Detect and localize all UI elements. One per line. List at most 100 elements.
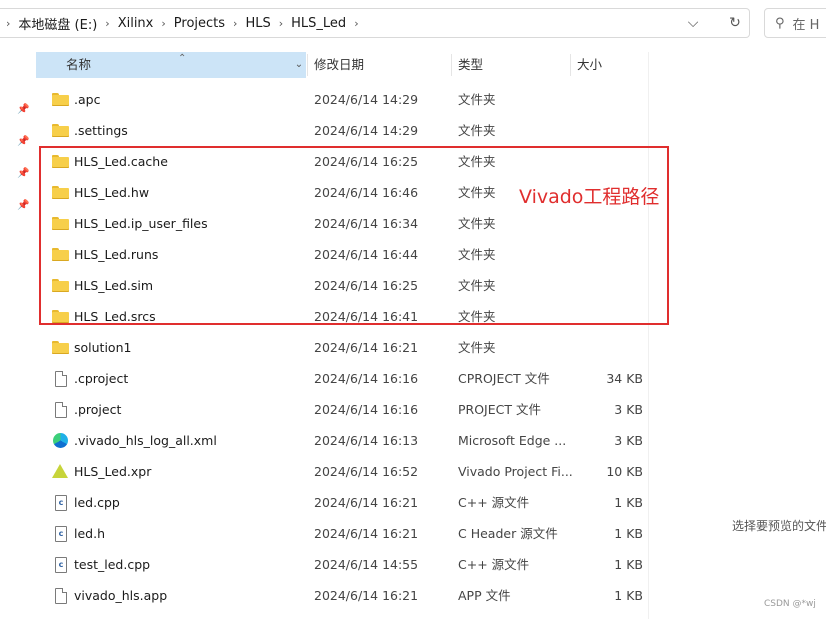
breadcrumb[interactable]: › 本地磁盘 (E:) › Xilinx › Projects › HLS › … xyxy=(0,8,750,38)
chevron-right-icon: › xyxy=(354,16,359,30)
column-header-row: 名称 ⌃ ⌄ 修改日期 类型 大小 xyxy=(36,52,648,78)
edge-icon xyxy=(52,433,70,449)
file-type: Vivado Project Fi... xyxy=(458,464,573,479)
file-row[interactable]: c led.h 2024/6/14 16:21 C Header 源文件 1 KB xyxy=(36,518,648,549)
file-name: led.cpp xyxy=(74,495,120,510)
c-header-icon: c xyxy=(52,526,70,542)
file-size: 1 KB xyxy=(614,526,643,541)
folder-icon xyxy=(52,123,70,139)
file-date-modified: 2024/6/14 16:16 xyxy=(314,371,419,386)
navigation-pane: 📌 📌 📌 📌 xyxy=(0,46,36,619)
cpp-file-icon: c xyxy=(52,495,70,511)
vivado-icon xyxy=(52,464,70,480)
file-row[interactable]: .settings 2024/6/14 14:29 文件夹 xyxy=(36,115,648,146)
file-name: .project xyxy=(74,402,122,417)
file-row[interactable]: .vivado_hls_log_all.xml 2024/6/14 16:13 Mi… xyxy=(36,425,648,456)
file-date-modified: 2024/6/14 14:29 xyxy=(314,92,419,107)
file-date-modified: 2024/6/14 16:16 xyxy=(314,402,419,417)
column-header-name[interactable]: 名称 ⌃ ⌄ xyxy=(36,52,306,78)
breadcrumb-item-drive[interactable]: 本地磁盘 (E:) xyxy=(18,14,97,33)
file-date-modified: 2024/6/14 16:13 xyxy=(314,433,419,448)
file-type: 文件夹 xyxy=(458,123,496,138)
file-date-modified: 2024/6/14 14:55 xyxy=(314,557,419,572)
file-type: PROJECT 文件 xyxy=(458,402,541,417)
file-icon xyxy=(52,371,70,387)
chevron-right-icon: › xyxy=(233,16,238,30)
file-icon xyxy=(52,588,70,604)
file-size: 1 KB xyxy=(614,557,643,572)
watermark: CSDN @*wj xyxy=(764,599,816,609)
file-type: 文件夹 xyxy=(458,340,496,355)
breadcrumb-item-projects[interactable]: Projects xyxy=(174,16,225,31)
file-icon xyxy=(52,402,70,418)
breadcrumb-item-hls[interactable]: HLS xyxy=(245,16,270,31)
pin-icon[interactable]: 📌 xyxy=(17,136,29,148)
file-name: led.h xyxy=(74,526,105,541)
file-row[interactable]: solution1 2024/6/14 16:21 文件夹 xyxy=(36,332,648,363)
file-date-modified: 2024/6/14 16:21 xyxy=(314,588,419,603)
file-size: 3 KB xyxy=(614,433,643,448)
chevron-right-icon: › xyxy=(6,16,11,30)
annotation-label: Vivado工程路径 xyxy=(519,186,660,208)
column-divider[interactable] xyxy=(451,54,452,76)
folder-icon xyxy=(52,340,70,356)
file-row[interactable]: .apc 2024/6/14 14:29 文件夹 xyxy=(36,84,648,115)
search-icon: ⚲ xyxy=(775,15,785,31)
column-header-type[interactable]: 类型 xyxy=(458,52,483,78)
folder-icon xyxy=(52,92,70,108)
file-name: test_led.cpp xyxy=(74,557,151,572)
file-name: HLS_Led.xpr xyxy=(74,464,152,479)
cpp-file-icon: c xyxy=(52,557,70,573)
refresh-icon[interactable]: ↻ xyxy=(724,12,746,34)
file-size xyxy=(586,84,643,115)
pin-icon[interactable]: 📌 xyxy=(17,200,29,212)
file-name: vivado_hls.app xyxy=(74,588,168,603)
file-row[interactable]: c test_led.cpp 2024/6/14 14:55 C++ 源文件 1 KB xyxy=(36,549,648,580)
pane-divider[interactable] xyxy=(648,52,649,619)
file-row[interactable]: .project 2024/6/14 16:16 PROJECT 文件 3 KB xyxy=(36,394,648,425)
file-name: .cproject xyxy=(74,371,129,386)
file-type: Microsoft Edge ... xyxy=(458,433,567,448)
file-size xyxy=(586,332,643,363)
file-row[interactable]: c led.cpp 2024/6/14 16:21 C++ 源文件 1 KB xyxy=(36,487,648,518)
pin-icon[interactable]: 📌 xyxy=(17,104,29,116)
chevron-right-icon: › xyxy=(278,16,284,30)
file-size: 1 KB xyxy=(614,588,643,603)
file-name: .settings xyxy=(74,123,128,138)
file-type: CPROJECT 文件 xyxy=(458,371,550,386)
column-header-name-label: 名称 xyxy=(66,57,92,72)
file-date-modified: 2024/6/14 14:29 xyxy=(314,123,419,138)
search-placeholder: 在 H xyxy=(792,17,820,33)
file-type: APP 文件 xyxy=(458,588,511,603)
pin-icon[interactable]: 📌 xyxy=(17,168,29,180)
column-divider[interactable] xyxy=(570,54,571,76)
breadcrumb-item-xilinx[interactable]: Xilinx xyxy=(118,16,154,31)
chevron-right-icon: › xyxy=(161,16,166,30)
file-type: C++ 源文件 xyxy=(458,495,530,510)
search-input[interactable]: ⚲ 在 H xyxy=(764,8,826,38)
file-row[interactable]: .cproject 2024/6/14 16:16 CPROJECT 文件 34 KB xyxy=(36,363,648,394)
column-header-size[interactable]: 大小 xyxy=(577,52,602,78)
column-header-date[interactable]: 修改日期 xyxy=(314,52,364,78)
file-type: C++ 源文件 xyxy=(458,557,530,572)
file-name: .apc xyxy=(74,92,101,107)
chevron-right-icon: › xyxy=(105,16,110,30)
column-divider[interactable] xyxy=(307,54,308,76)
file-size: 3 KB xyxy=(614,402,643,417)
file-row[interactable]: vivado_hls.app 2024/6/14 16:21 APP 文件 1 KB xyxy=(36,580,648,611)
highlight-box xyxy=(39,146,669,325)
file-row[interactable]: HLS_Led.xpr 2024/6/14 16:52 Vivado Project… xyxy=(36,456,648,487)
chevron-down-icon[interactable]: ⌄ xyxy=(292,52,306,78)
file-size: 34 KB xyxy=(606,371,643,386)
file-size: 1 KB xyxy=(614,495,643,510)
file-date-modified: 2024/6/14 16:21 xyxy=(314,495,419,510)
history-dropdown-icon[interactable]: ⌵ xyxy=(682,12,704,34)
file-date-modified: 2024/6/14 16:21 xyxy=(314,340,419,355)
breadcrumb-item-hls-led[interactable]: HLS_Led xyxy=(291,16,346,31)
file-name: .vivado_hls_log_all.xml xyxy=(74,433,217,448)
file-name: solution1 xyxy=(74,340,132,355)
address-bar: › 本地磁盘 (E:) › Xilinx › Projects › HLS › … xyxy=(0,0,826,46)
file-size xyxy=(586,115,643,146)
sort-ascending-icon: ⌃ xyxy=(178,53,187,64)
file-type: C Header 源文件 xyxy=(458,526,558,541)
